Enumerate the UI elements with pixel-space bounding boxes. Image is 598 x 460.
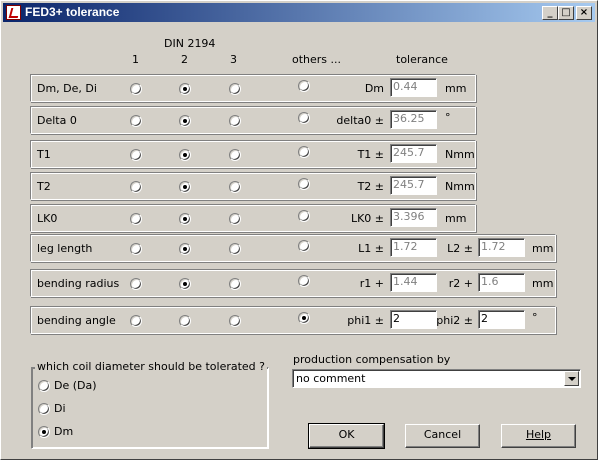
others-radio[interactable] bbox=[298, 312, 310, 324]
tolerance-input[interactable]: 3.396 bbox=[390, 208, 437, 227]
din-class-1-radio[interactable] bbox=[130, 181, 142, 193]
production-compensation-select[interactable]: no comment bbox=[292, 369, 581, 388]
din-class-1-radio[interactable] bbox=[130, 278, 142, 290]
din-class-1-radio[interactable] bbox=[130, 213, 142, 225]
title-bar[interactable]: FED3+ tolerance _ □ × bbox=[3, 3, 595, 22]
cancel-button[interactable]: Cancel bbox=[405, 424, 480, 448]
tolerance-input[interactable]: 1.44 bbox=[390, 273, 437, 292]
din-class-1-radio[interactable] bbox=[130, 149, 142, 161]
row-label: Dm, De, Di bbox=[37, 82, 97, 95]
others-radio[interactable] bbox=[298, 80, 310, 92]
unit-label: mm bbox=[445, 212, 467, 225]
din-class-2-radio[interactable] bbox=[179, 278, 191, 290]
coil-diameter-option-label: Dm bbox=[54, 425, 74, 438]
tolerance-input[interactable]: 1.6 bbox=[478, 273, 525, 292]
others-header: others ... bbox=[292, 53, 342, 66]
din-class-1-radio[interactable] bbox=[130, 115, 142, 127]
tolerance-field-label: LK0 ± bbox=[350, 212, 384, 225]
din-class-1-radio[interactable] bbox=[130, 243, 142, 255]
others-radio[interactable] bbox=[298, 178, 310, 190]
tolerance-field-label: L2 ± bbox=[447, 242, 473, 255]
others-radio[interactable] bbox=[298, 112, 310, 124]
column-2-header: 2 bbox=[181, 53, 188, 66]
din-class-2-radio[interactable] bbox=[179, 181, 191, 193]
others-radio[interactable] bbox=[298, 240, 310, 252]
unit-label: Nmm bbox=[445, 148, 475, 161]
row-label: T1 bbox=[37, 148, 51, 161]
ok-button[interactable]: OK bbox=[308, 423, 385, 449]
din-header: DIN 2194 bbox=[164, 37, 216, 50]
row-label: T2 bbox=[37, 180, 51, 193]
din-class-2-radio[interactable] bbox=[179, 115, 191, 127]
din-class-3-radio[interactable] bbox=[229, 278, 241, 290]
tolerance-field-label: delta0 ± bbox=[336, 114, 384, 127]
din-class-2-radio[interactable] bbox=[179, 83, 191, 95]
app-icon[interactable] bbox=[6, 5, 21, 20]
window-title: FED3+ tolerance bbox=[25, 5, 120, 19]
tolerance-field-label: Dm bbox=[364, 82, 384, 95]
din-class-2-radio[interactable] bbox=[179, 243, 191, 255]
tolerance-input[interactable]: 245.7 bbox=[390, 144, 437, 163]
tolerance-input[interactable]: 0.44 bbox=[390, 78, 437, 97]
din-class-3-radio[interactable] bbox=[229, 315, 241, 327]
din-class-3-radio[interactable] bbox=[229, 115, 241, 127]
tolerance-field-label: r2 + bbox=[448, 277, 473, 290]
din-class-3-radio[interactable] bbox=[229, 213, 241, 225]
production-compensation-label: production compensation by bbox=[293, 353, 451, 366]
tolerance-header: tolerance bbox=[396, 53, 448, 66]
unit-label: mm bbox=[532, 242, 554, 255]
help-button[interactable]: Help bbox=[501, 424, 576, 448]
tolerance-input[interactable]: 36.25 bbox=[390, 110, 437, 129]
din-class-2-radio[interactable] bbox=[179, 315, 191, 327]
tolerance-field-label: L1 ± bbox=[358, 242, 384, 255]
dialog-window: FED3+ tolerance _ □ × DIN 2194 1 2 3 oth… bbox=[0, 0, 598, 460]
tolerance-input[interactable]: 2 bbox=[390, 310, 437, 329]
coil-diameter-radio[interactable] bbox=[38, 380, 50, 392]
coil-diameter-group-title: which coil diameter should be tolerated … bbox=[35, 360, 268, 373]
tolerance-field-label: phi2 ± bbox=[436, 314, 473, 327]
tolerance-input[interactable]: 2 bbox=[478, 310, 525, 329]
coil-diameter-option-label: Di bbox=[54, 402, 66, 415]
row-label: bending radius bbox=[37, 277, 120, 290]
minimize-button[interactable]: _ bbox=[542, 6, 558, 20]
din-class-2-radio[interactable] bbox=[179, 213, 191, 225]
unit-label: ° bbox=[445, 111, 451, 124]
tolerance-field-label: phi1 ± bbox=[347, 314, 384, 327]
unit-label: mm bbox=[445, 82, 467, 95]
din-class-3-radio[interactable] bbox=[229, 149, 241, 161]
row-label: LK0 bbox=[37, 212, 58, 225]
din-class-2-radio[interactable] bbox=[179, 149, 191, 161]
tolerance-input[interactable]: 245.7 bbox=[390, 176, 437, 195]
din-class-1-radio[interactable] bbox=[130, 315, 142, 327]
unit-label: ° bbox=[532, 311, 538, 324]
chevron-down-icon[interactable] bbox=[564, 371, 579, 386]
din-class-1-radio[interactable] bbox=[130, 83, 142, 95]
din-class-3-radio[interactable] bbox=[229, 83, 241, 95]
close-button[interactable]: × bbox=[576, 6, 592, 20]
column-3-header: 3 bbox=[230, 53, 237, 66]
others-radio[interactable] bbox=[298, 275, 310, 287]
coil-diameter-radio[interactable] bbox=[38, 426, 50, 438]
production-compensation-value: no comment bbox=[296, 372, 366, 385]
unit-label: Nmm bbox=[445, 180, 475, 193]
tolerance-input[interactable]: 1.72 bbox=[390, 238, 437, 257]
din-class-3-radio[interactable] bbox=[229, 243, 241, 255]
maximize-button[interactable]: □ bbox=[558, 6, 574, 20]
unit-label: mm bbox=[532, 277, 554, 290]
row-label: Delta 0 bbox=[37, 114, 77, 127]
tolerance-input[interactable]: 1.72 bbox=[478, 238, 525, 257]
tolerance-field-label: T2 ± bbox=[357, 180, 384, 193]
row-label: bending angle bbox=[37, 314, 116, 327]
din-class-3-radio[interactable] bbox=[229, 181, 241, 193]
coil-diameter-radio[interactable] bbox=[38, 403, 50, 415]
tolerance-field-label: T1 ± bbox=[357, 148, 384, 161]
row-label: leg length bbox=[37, 242, 93, 255]
tolerance-field-label: r1 + bbox=[359, 277, 384, 290]
others-radio[interactable] bbox=[298, 210, 310, 222]
coil-diameter-option-label: De (Da) bbox=[54, 379, 97, 392]
column-1-header: 1 bbox=[132, 53, 139, 66]
others-radio[interactable] bbox=[298, 146, 310, 158]
